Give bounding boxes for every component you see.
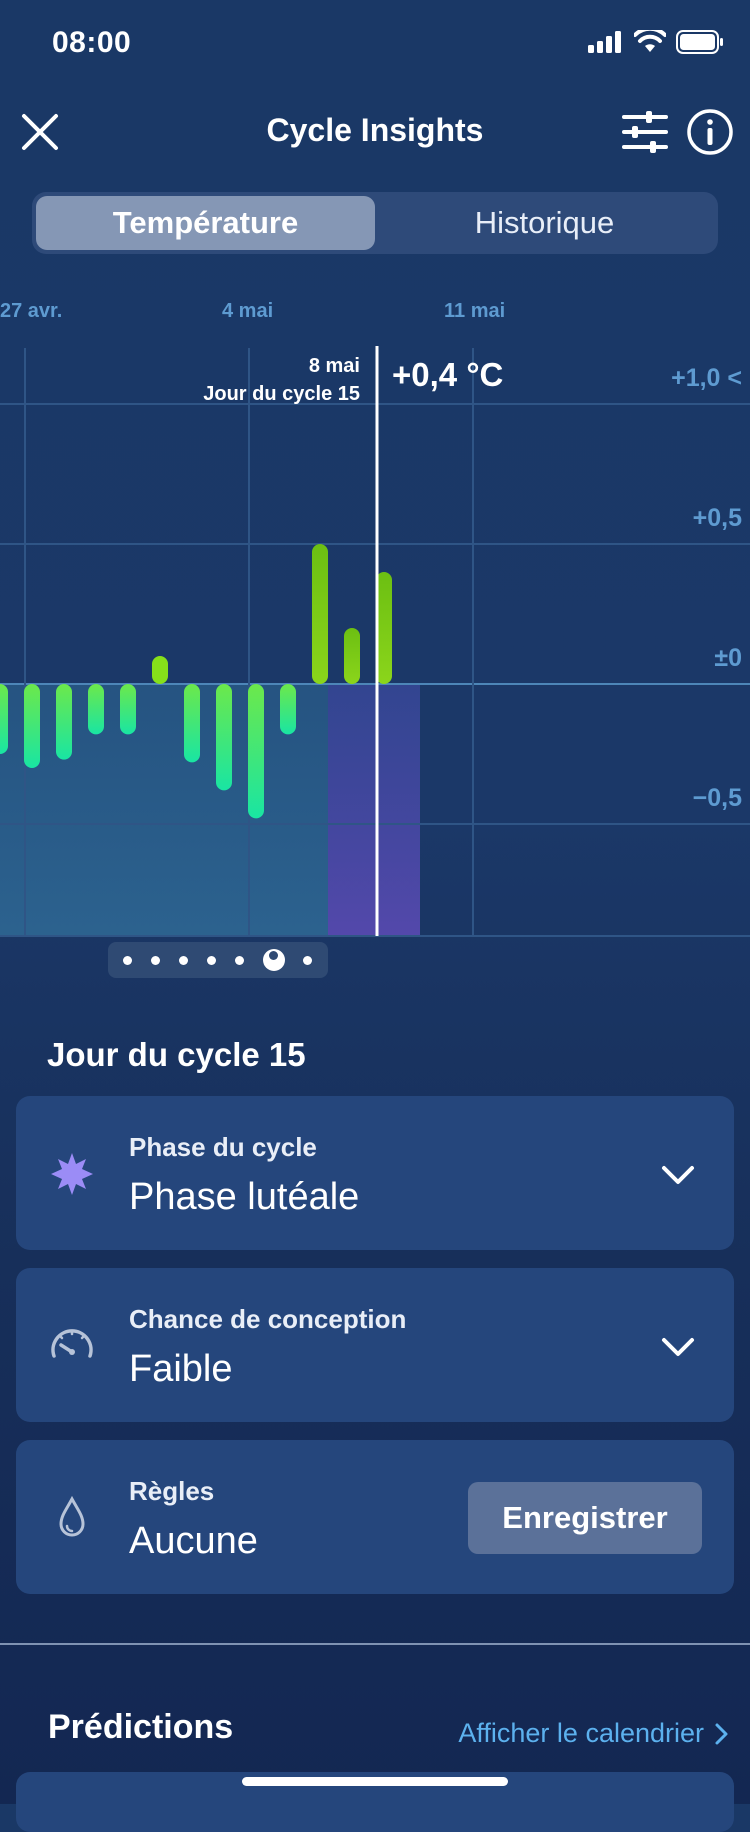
luteal-highlight [328,684,420,936]
temperature-bar[interactable] [216,684,232,791]
pager-dot[interactable] [179,955,189,965]
predictions-title: Prédictions [48,1708,234,1746]
chart-area-fill [0,684,328,936]
tooltip-date-text: 8 mai [308,355,360,377]
conception-value: Faible [129,1348,233,1390]
date-label-4-mai: 4 mai [222,300,274,322]
temperature-bar[interactable] [280,684,296,735]
temperature-bar[interactable] [152,656,168,684]
cycle-day-title: Jour du cycle 15 [47,1036,306,1073]
temperature-bar[interactable] [248,684,264,819]
calendar-link-text[interactable]: Afficher le calendrier [458,1718,704,1749]
regles-value: Aucune [129,1520,258,1562]
regles-card: Règles Aucune Enregistrer [16,1440,734,1594]
pager-dot[interactable] [151,955,161,965]
gauge-icon [51,1329,93,1358]
y-label-zero: ±0 [714,644,742,672]
conception-card[interactable]: Chance de conception Faible [16,1268,734,1422]
calendar-link[interactable]: Afficher le calendrier [458,1718,730,1749]
chart-pager[interactable] [108,942,328,978]
phase-label: Phase du cycle [129,1132,317,1162]
pager-dot-active[interactable] [262,949,285,971]
regles-label: Règles [129,1476,215,1506]
chevron-right-icon [715,1723,728,1744]
phase-star-icon [51,1153,93,1195]
temperature-bar[interactable] [0,684,8,754]
y-label-plus-1: +1,0 < [671,364,742,392]
chevron-down-icon[interactable] [658,1326,698,1366]
section-divider [0,1643,750,1645]
date-label-11-mai: 11 mai [444,300,506,322]
tooltip-cycle-day: Jour du cycle 15 [203,383,360,405]
temperature-bar[interactable] [24,684,40,768]
temperature-bar[interactable] [344,628,360,684]
y-label-minus-05: −0,5 [692,784,742,812]
tooltip-value: +0,4 °C [392,356,504,393]
droplet-icon [59,1495,85,1537]
pager-dot[interactable] [206,955,216,965]
phase-value: Phase lutéale [129,1176,360,1218]
home-indicator [242,1777,508,1786]
enregistrer-button[interactable]: Enregistrer [468,1482,702,1554]
chart-tooltip-date: 8 mai Jour du cycle 15 [203,352,360,408]
phase-card[interactable]: Phase du cycle Phase lutéale [16,1096,734,1250]
pager-dot[interactable] [123,955,133,965]
temperature-bar[interactable] [184,684,200,763]
temperature-bar[interactable] [120,684,136,735]
pager-dot[interactable] [234,955,244,965]
temperature-bar[interactable] [312,544,328,684]
date-label-27-avr: 27 avr. [0,300,63,322]
y-label-plus-05: +0,5 [692,504,742,532]
chevron-down-icon[interactable] [658,1154,698,1194]
temperature-bar[interactable] [56,684,72,760]
temperature-bar[interactable] [88,684,104,735]
conception-label: Chance de conception [129,1304,407,1334]
pager-dot[interactable] [303,955,313,965]
temperature-chart[interactable] [0,0,750,960]
